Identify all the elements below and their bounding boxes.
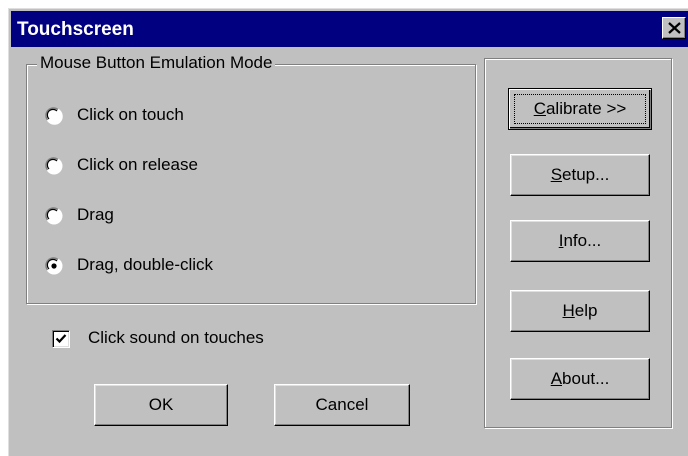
emulation-mode-group: Mouse Button Emulation Mode Click on tou… bbox=[26, 53, 476, 304]
calibrate-label: Calibrate >> bbox=[533, 99, 627, 118]
cancel-label: Cancel bbox=[315, 395, 369, 414]
help-label: Help bbox=[562, 301, 598, 320]
about-label: About... bbox=[550, 369, 610, 388]
radio-label: Drag, double-click bbox=[77, 255, 214, 274]
radio-label: Click on touch bbox=[77, 105, 184, 124]
radio-label: Drag bbox=[77, 205, 114, 224]
click-sound-checkbox[interactable] bbox=[52, 330, 70, 348]
radio-button-selected[interactable] bbox=[45, 257, 63, 275]
setup-button[interactable]: Setup... bbox=[510, 154, 650, 196]
click-sound-label: Click sound on touches bbox=[88, 328, 264, 347]
radio-label: Click on release bbox=[77, 155, 198, 174]
radio-dot-icon bbox=[51, 263, 57, 269]
radio-button[interactable] bbox=[45, 157, 63, 175]
emulation-mode-legend: Mouse Button Emulation Mode bbox=[37, 53, 276, 73]
setup-label: Setup... bbox=[550, 165, 610, 184]
radio-button[interactable] bbox=[45, 207, 63, 225]
cancel-button[interactable]: Cancel bbox=[274, 384, 410, 426]
info-label: Info... bbox=[558, 231, 602, 250]
close-icon bbox=[668, 22, 681, 34]
help-button[interactable]: Help bbox=[510, 290, 650, 332]
window-title: Touchscreen bbox=[17, 19, 134, 40]
calibrate-button[interactable]: Calibrate >> bbox=[508, 88, 652, 130]
close-button[interactable] bbox=[662, 17, 686, 39]
checkmark-icon bbox=[55, 334, 67, 344]
title-bar[interactable]: Touchscreen bbox=[11, 11, 688, 47]
radio-button[interactable] bbox=[45, 107, 63, 125]
ok-button[interactable]: OK bbox=[94, 384, 228, 426]
info-button[interactable]: Info... bbox=[510, 220, 650, 262]
ok-label: OK bbox=[148, 395, 174, 414]
about-button[interactable]: About... bbox=[510, 358, 650, 400]
